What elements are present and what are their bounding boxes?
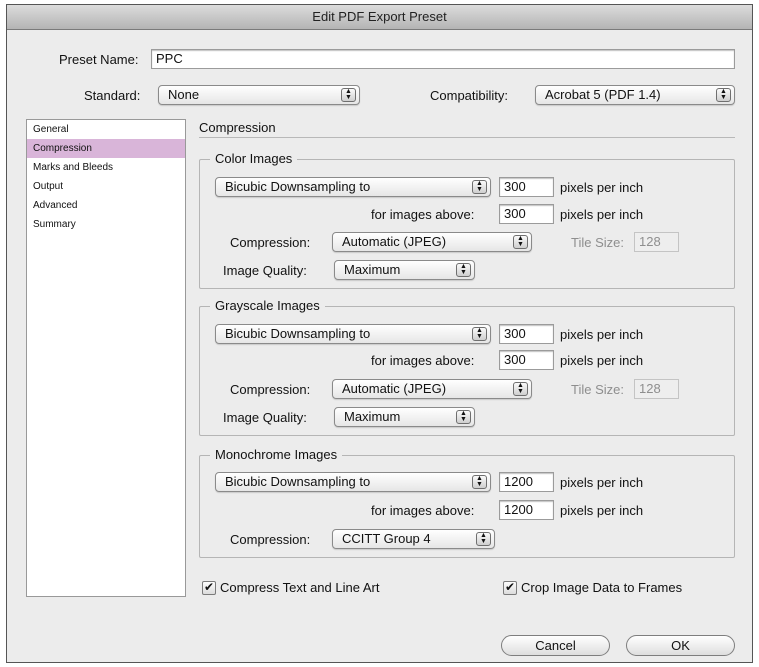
standard-select[interactable]: None ▲ ▼	[158, 85, 360, 105]
color-downsampling-select[interactable]: Bicubic Downsampling to ▲ ▼	[215, 177, 491, 197]
standard-value: None	[168, 87, 200, 102]
color-above-field[interactable]: 300	[499, 204, 554, 224]
cancel-button[interactable]: Cancel	[501, 635, 610, 656]
stepper-icon: ▲ ▼	[456, 263, 471, 277]
preset-name-field[interactable]: PPC	[151, 49, 735, 69]
color-images-title: Color Images	[210, 151, 298, 167]
grayscale-downsampling-select[interactable]: Bicubic Downsampling to ▲ ▼	[215, 324, 491, 344]
monochrome-above-field[interactable]: 1200	[499, 500, 554, 520]
sidebar-item-general[interactable]: General	[27, 120, 185, 139]
color-compression-label: Compression:	[230, 235, 311, 250]
color-tile-size-label: Tile Size:	[571, 235, 624, 250]
sidebar-item-advanced[interactable]: Advanced	[27, 196, 185, 215]
monochrome-images-title: Monochrome Images	[210, 447, 343, 463]
crop-image-label: Crop Image Data to Frames	[521, 580, 683, 595]
color-tile-size-field: 128	[634, 232, 679, 252]
sidebar-item-summary[interactable]: Summary	[27, 215, 185, 234]
color-quality-label: Image Quality:	[223, 263, 307, 278]
monochrome-above-unit: pixels per inch	[560, 503, 644, 518]
color-quality-value: Maximum	[344, 262, 401, 277]
sidebar-item-marks-and-bleeds[interactable]: Marks and Bleeds	[27, 158, 185, 177]
color-downsampling-value: Bicubic Downsampling to	[225, 179, 371, 194]
grayscale-quality-select[interactable]: Maximum ▲ ▼	[334, 407, 475, 427]
stepper-icon: ▲ ▼	[456, 410, 471, 424]
grayscale-quality-value: Maximum	[344, 409, 401, 424]
grayscale-downsampling-value: Bicubic Downsampling to	[225, 326, 371, 341]
preset-name-label: Preset Name:	[59, 52, 139, 67]
stepper-icon: ▲ ▼	[476, 532, 491, 546]
section-title: Compression	[199, 120, 276, 135]
color-compression-value: Automatic (JPEG)	[342, 234, 447, 249]
color-above-unit: pixels per inch	[560, 207, 644, 222]
color-ppi-field[interactable]: 300	[499, 177, 554, 197]
color-ppi-unit: pixels per inch	[560, 180, 644, 195]
monochrome-compression-value: CCITT Group 4	[342, 531, 431, 546]
monochrome-downsampling-value: Bicubic Downsampling to	[225, 474, 371, 489]
compress-text-checkbox[interactable]: ✔	[202, 581, 216, 595]
grayscale-compression-value: Automatic (JPEG)	[342, 381, 447, 396]
color-above-label: for images above:	[371, 207, 475, 222]
grayscale-compression-label: Compression:	[230, 382, 311, 397]
window-title: Edit PDF Export Preset	[7, 5, 752, 30]
compress-text-label: Compress Text and Line Art	[220, 580, 380, 595]
grayscale-compression-select[interactable]: Automatic (JPEG) ▲ ▼	[332, 379, 532, 399]
grayscale-above-field[interactable]: 300	[499, 350, 554, 370]
standard-label: Standard:	[84, 88, 141, 103]
sidebar-item-compression[interactable]: Compression	[27, 139, 185, 158]
grayscale-ppi-unit: pixels per inch	[560, 327, 644, 342]
stepper-icon: ▲ ▼	[513, 235, 528, 249]
settings-category-list: General Compression Marks and Bleeds Out…	[26, 119, 186, 597]
stepper-icon: ▲ ▼	[472, 475, 487, 489]
ok-button[interactable]: OK	[626, 635, 735, 656]
grayscale-ppi-field[interactable]: 300	[499, 324, 554, 344]
stepper-icon: ▲ ▼	[472, 327, 487, 341]
stepper-icon: ▲ ▼	[716, 88, 731, 102]
crop-image-checkbox[interactable]: ✔	[503, 581, 517, 595]
compatibility-value: Acrobat 5 (PDF 1.4)	[545, 87, 661, 102]
grayscale-above-unit: pixels per inch	[560, 353, 644, 368]
monochrome-compression-select[interactable]: CCITT Group 4 ▲ ▼	[332, 529, 495, 549]
section-divider	[199, 137, 735, 138]
sidebar-item-output[interactable]: Output	[27, 177, 185, 196]
grayscale-images-title: Grayscale Images	[210, 298, 325, 314]
compatibility-label: Compatibility:	[430, 88, 509, 103]
color-compression-select[interactable]: Automatic (JPEG) ▲ ▼	[332, 232, 532, 252]
edit-pdf-export-preset-dialog: Edit PDF Export Preset Preset Name: PPC …	[6, 4, 753, 663]
stepper-icon: ▲ ▼	[472, 180, 487, 194]
grayscale-above-label: for images above:	[371, 353, 475, 368]
grayscale-tile-size-label: Tile Size:	[571, 382, 624, 397]
monochrome-compression-label: Compression:	[230, 532, 311, 547]
monochrome-ppi-unit: pixels per inch	[560, 475, 644, 490]
monochrome-ppi-field[interactable]: 1200	[499, 472, 554, 492]
grayscale-quality-label: Image Quality:	[223, 410, 307, 425]
monochrome-above-label: for images above:	[371, 503, 475, 518]
compatibility-select[interactable]: Acrobat 5 (PDF 1.4) ▲ ▼	[535, 85, 735, 105]
stepper-icon: ▲ ▼	[341, 88, 356, 102]
stepper-icon: ▲ ▼	[513, 382, 528, 396]
monochrome-downsampling-select[interactable]: Bicubic Downsampling to ▲ ▼	[215, 472, 491, 492]
grayscale-tile-size-field: 128	[634, 379, 679, 399]
color-quality-select[interactable]: Maximum ▲ ▼	[334, 260, 475, 280]
